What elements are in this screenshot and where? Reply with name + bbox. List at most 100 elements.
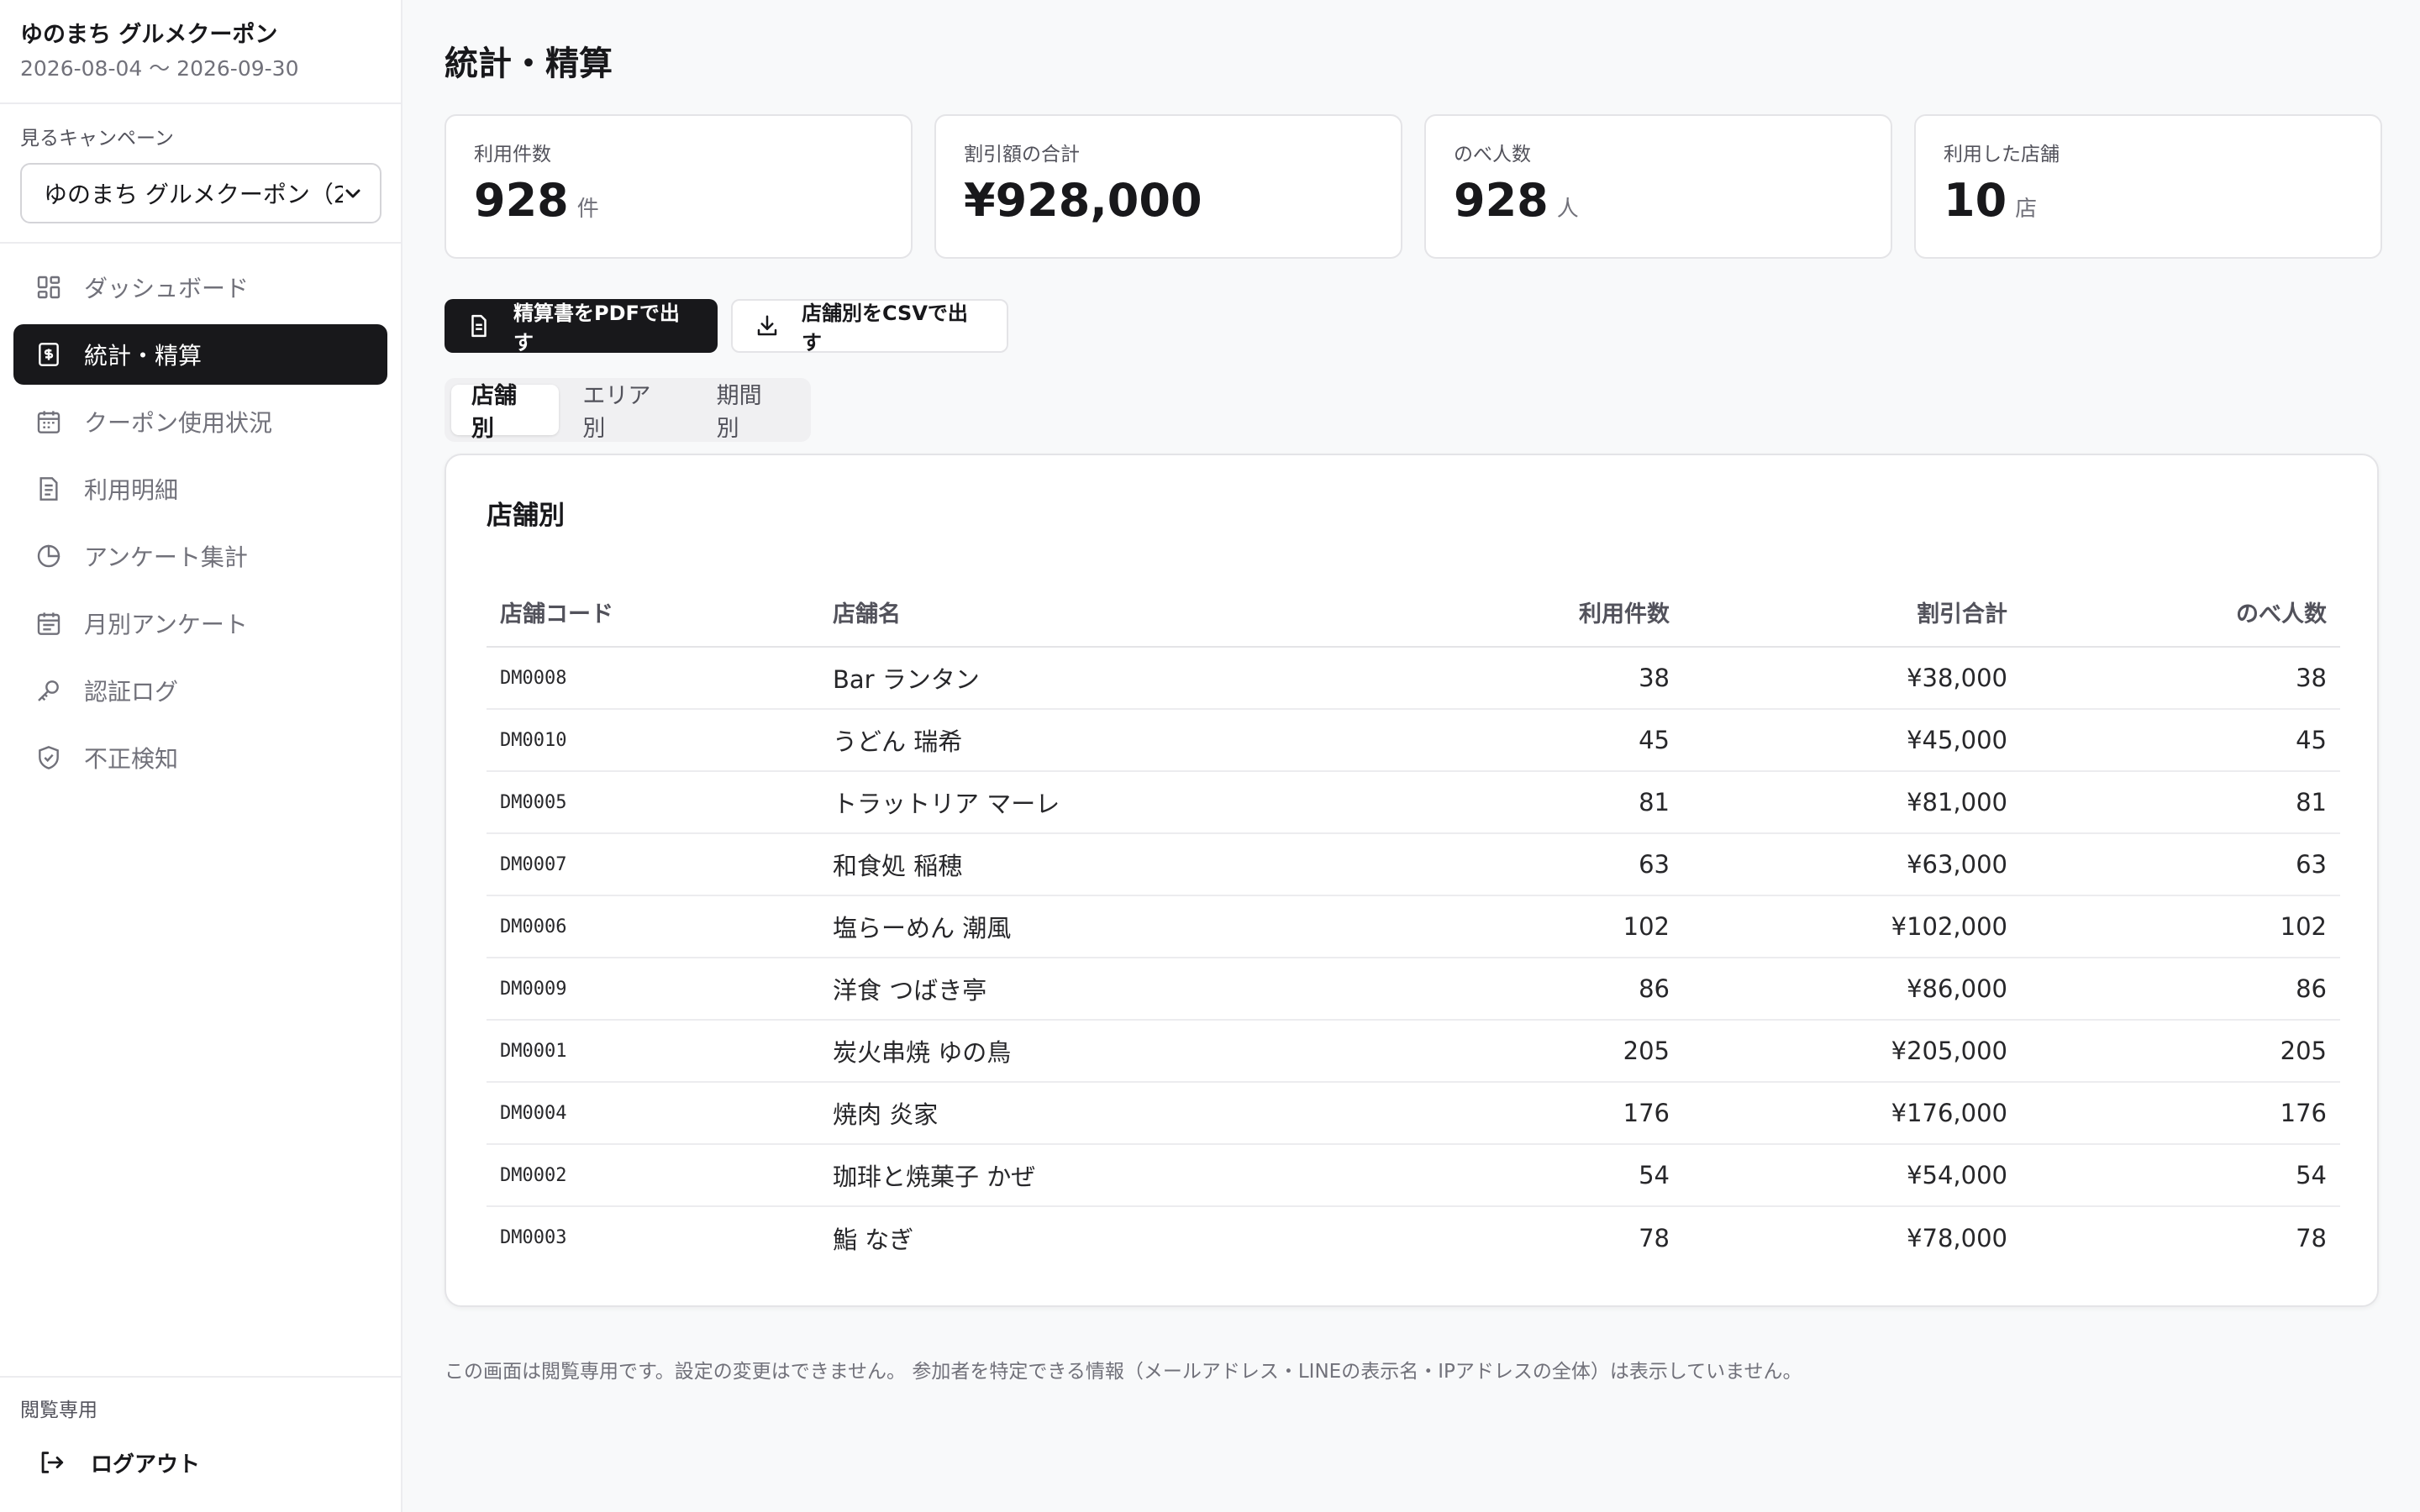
logout-button[interactable]: ログアウト — [20, 1441, 381, 1483]
store-name: 珈琲と焼菓子 かぜ — [833, 1144, 1309, 1207]
stat-label: 利用した店舗 — [1944, 144, 2060, 165]
document-icon — [39, 477, 58, 501]
usage-count: 81 — [1309, 771, 1683, 834]
download-icon — [757, 315, 777, 336]
campaign-select-value: ゆのまち グルメクーポン（2 — [44, 181, 343, 208]
store-name: 塩らーめん 潮風 — [833, 895, 1309, 958]
store-code: DM0007 — [487, 833, 833, 896]
sidebar-item-stats[interactable]: 統計・精算 — [13, 324, 387, 385]
discount-total: ¥54,000 — [1683, 1144, 2021, 1207]
usage-count: 45 — [1309, 709, 1683, 772]
stat-value: 928 — [474, 174, 569, 227]
sidebar-item-coupon-usage[interactable]: クーポン使用状況 — [13, 391, 387, 452]
app-title: ゆのまち グルメクーポン — [20, 22, 278, 48]
store-code: DM0006 — [487, 895, 833, 958]
export-pdf-label: 精算書をPDFで出す — [513, 302, 680, 354]
campaign-select[interactable]: ゆのまち グルメクーポン（2 — [20, 163, 381, 223]
calendar-icon — [37, 411, 60, 433]
sidebar-item-details[interactable]: 利用明細 — [13, 459, 387, 519]
stat-unit: 件 — [576, 197, 599, 222]
column-header-people-count: のべ人数 — [2021, 578, 2340, 648]
logout-icon — [41, 1452, 64, 1473]
card-title: 店舗別 — [487, 501, 565, 531]
stat-unit: 店 — [2015, 197, 2038, 222]
dashboard-icon — [37, 276, 60, 299]
discount-total: ¥63,000 — [1683, 833, 2021, 896]
sidebar-item-survey[interactable]: アンケート集計 — [13, 526, 387, 586]
stat-value: 10 — [1944, 174, 2007, 227]
discount-total: ¥102,000 — [1683, 895, 2021, 958]
logout-label: ログアウト — [91, 1452, 201, 1478]
people-count: 205 — [2021, 1020, 2340, 1083]
table-row: DM0006 塩らーめん 潮風 102 ¥102,000 102 — [487, 895, 2340, 958]
usage-count: 54 — [1309, 1144, 1683, 1207]
usage-count: 86 — [1309, 958, 1683, 1021]
table-row: DM0010 うどん 瑞希 45 ¥45,000 45 — [487, 709, 2340, 772]
people-count: 63 — [2021, 833, 2340, 896]
export-csv-label: 店舗別をCSVで出す — [802, 302, 968, 354]
store-code: DM0008 — [487, 647, 833, 710]
stat-label: 割引額の合計 — [964, 144, 1080, 165]
sidebar-item-monthly-survey[interactable]: 月別アンケート — [13, 593, 387, 654]
sidebar-footer: 閲覧専用 ログアウト — [0, 1376, 401, 1512]
sidebar-item-label: 利用明細 — [84, 476, 179, 504]
column-header-store-name: 店舗名 — [833, 578, 1309, 648]
sidebar-item-label: 不正検知 — [84, 745, 179, 773]
store-name: トラットリア マーレ — [833, 771, 1309, 834]
export-actions: 精算書をPDFで出す 店舗別をCSVで出す — [445, 299, 1008, 354]
usage-count: 63 — [1309, 833, 1683, 896]
store-code: DM0002 — [487, 1144, 833, 1207]
column-header-usage-count: 利用件数 — [1309, 578, 1683, 648]
store-name: 焼肉 炎家 — [833, 1082, 1309, 1145]
table-row: DM0003 鮨 なぎ 78 ¥78,000 78 — [487, 1206, 2340, 1268]
sidebar-header: ゆのまち グルメクーポン 2026-08-04 〜 2026-09-30 — [0, 0, 401, 104]
store-stats-table: 店舗コード 店舗名 利用件数 割引合計 のべ人数 DM0008 Bar ランタン… — [487, 578, 2340, 1268]
sidebar: ゆのまち グルメクーポン 2026-08-04 〜 2026-09-30 見るキ… — [0, 0, 402, 1512]
export-pdf-button[interactable]: 精算書をPDFで出す — [445, 299, 718, 354]
discount-total: ¥81,000 — [1683, 771, 2021, 834]
export-csv-button[interactable]: 店舗別をCSVで出す — [731, 299, 1008, 354]
store-code: DM0003 — [500, 1227, 567, 1248]
readonly-notice: この画面は閲覧専用です。設定の変更はできません。 参加者を特定できる情報（メール… — [445, 1361, 1802, 1383]
store-code: DM0004 — [487, 1082, 833, 1145]
discount-total: ¥176,000 — [1683, 1082, 2021, 1145]
sidebar-item-label: クーポン使用状況 — [84, 409, 273, 437]
tab-by-area[interactable]: エリア別 — [562, 383, 692, 442]
store-name: 和食処 稲穂 — [833, 833, 1309, 896]
column-header-discount-total: 割引合計 — [1683, 578, 2021, 648]
file-text-icon — [471, 314, 487, 338]
sidebar-item-label: アンケート集計 — [84, 543, 248, 571]
discount-total: ¥45,000 — [1683, 709, 2021, 772]
view-tabs: 店舗別 エリア別 期間別 — [445, 378, 811, 442]
sidebar-item-auth-log[interactable]: 認証ログ — [13, 660, 387, 721]
campaign-label: 見るキャンペーン — [20, 128, 174, 150]
table-row: DM0005 トラットリア マーレ 81 ¥81,000 81 — [487, 771, 2340, 834]
stat-card-stores-used: 利用した店舗 10 店 — [1914, 114, 2382, 259]
usage-count: 102 — [1309, 895, 1683, 958]
table-header-row: 店舗コード 店舗名 利用件数 割引合計 のべ人数 — [487, 578, 2340, 648]
stat-card-usage-count: 利用件数 928 件 — [445, 114, 913, 259]
sidebar-item-label: ダッシュボード — [84, 275, 250, 302]
sidebar-item-dashboard[interactable]: ダッシュボード — [13, 257, 387, 318]
table-row: DM0001 炭火串焼 ゆの鳥 205 ¥205,000 205 — [487, 1020, 2340, 1083]
usage-count: 176 — [1309, 1082, 1683, 1145]
people-count: 38 — [2021, 647, 2340, 710]
shield-icon — [39, 746, 59, 769]
campaign-period: 2026-08-04 〜 2026-09-30 — [20, 56, 299, 81]
table-row: DM0004 焼肉 炎家 176 ¥176,000 176 — [487, 1082, 2340, 1145]
pie-chart-icon — [37, 544, 60, 568]
people-count: 45 — [2021, 709, 2340, 772]
key-icon — [38, 680, 59, 701]
calendar-list-icon — [37, 612, 60, 635]
store-code: DM0001 — [487, 1020, 833, 1083]
usage-count: 38 — [1309, 647, 1683, 710]
store-code: DM0005 — [487, 771, 833, 834]
sidebar-item-label: 月別アンケート — [84, 611, 248, 638]
table-row: DM0009 洋食 つばき亭 86 ¥86,000 86 — [487, 958, 2340, 1021]
sidebar-item-label: 統計・精算 — [84, 342, 203, 370]
chevron-down-icon — [345, 189, 360, 198]
sidebar-item-fraud-detection[interactable]: 不正検知 — [13, 727, 387, 788]
tab-by-period[interactable]: 期間別 — [697, 383, 804, 442]
tab-by-store[interactable]: 店舗別 — [451, 383, 560, 442]
stat-label: 利用件数 — [474, 144, 551, 165]
